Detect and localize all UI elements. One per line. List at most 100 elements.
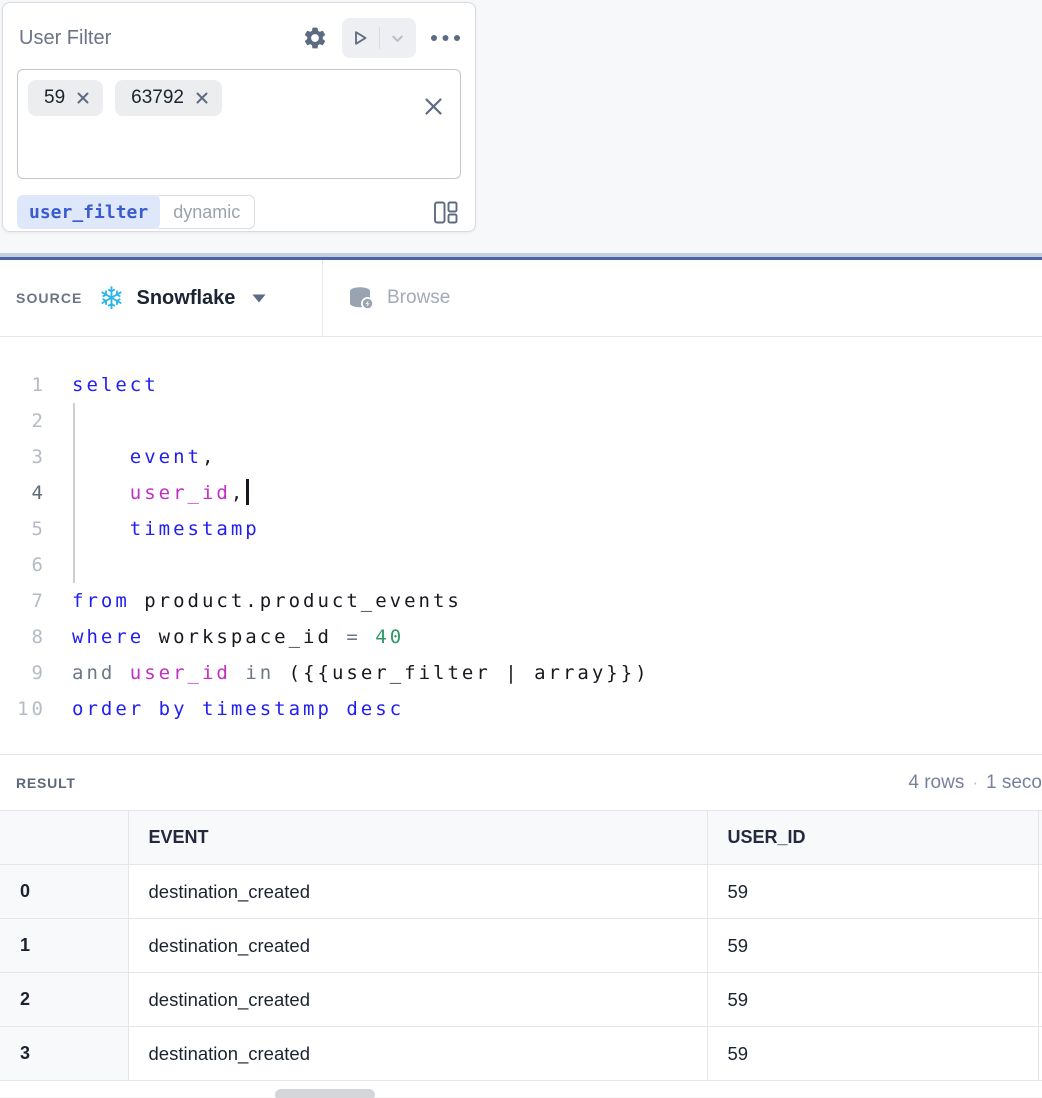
table-cell: destination_created (128, 1027, 707, 1081)
source-bar-divider (322, 260, 323, 336)
text-cursor (246, 479, 249, 505)
clipped-cell (1038, 973, 1042, 1027)
browse-button[interactable]: Browse (348, 286, 450, 311)
filter-cell-header: User Filter (3, 3, 475, 69)
result-label: RESULT (16, 775, 76, 791)
indent-guide (73, 511, 75, 547)
indent-guide (73, 403, 75, 439)
line-number: 3 (0, 439, 46, 475)
code-line[interactable]: 4 user_id, (0, 475, 1042, 511)
code-line-content (46, 403, 1042, 439)
code-token (72, 446, 130, 468)
chevron-down-icon (390, 31, 405, 46)
filter-cell: User Filter (2, 2, 476, 232)
run-options-button[interactable] (380, 31, 417, 46)
result-table: EVENT USER_ID 0destination_created591des… (0, 810, 1042, 1081)
code-token (72, 518, 130, 540)
line-number: 10 (0, 691, 46, 727)
code-token: user_id (130, 662, 231, 684)
result-duration: 1 seco (986, 772, 1042, 794)
filter-chip: 59 (28, 80, 103, 116)
indent-guide (73, 547, 75, 583)
connection-name[interactable]: Snowflake (136, 287, 235, 310)
code-line[interactable]: 5 timestamp (0, 511, 1042, 547)
row-index-cell: 0 (0, 865, 128, 919)
table-row: 0destination_created59 (0, 865, 1042, 919)
line-number: 1 (0, 367, 46, 403)
index-column-header (0, 811, 128, 865)
code-line[interactable]: 8where workspace_id = 40 (0, 619, 1042, 655)
code-token: order by timestamp desc (72, 698, 404, 720)
row-index-cell: 1 (0, 919, 128, 973)
filter-value-input[interactable]: 59 63792 (17, 69, 461, 179)
code-token: from (72, 590, 130, 612)
code-token: where (72, 626, 144, 648)
code-token: , (202, 446, 216, 468)
browse-label: Browse (387, 287, 450, 309)
code-line-content: and user_id in ({{user_filter | array}}) (46, 655, 1042, 691)
line-number: 9 (0, 655, 46, 691)
code-token (361, 626, 375, 648)
dynamic-badge: dynamic (154, 195, 255, 229)
play-icon (351, 29, 369, 47)
code-token: event (130, 446, 202, 468)
code-token: ({{user_filter | array}}) (274, 662, 649, 684)
result-table-body: 0destination_created591destination_creat… (0, 865, 1042, 1081)
filter-chip-value: 59 (44, 87, 65, 109)
remove-chip-button[interactable] (195, 91, 209, 105)
table-row: 2destination_created59 (0, 973, 1042, 1027)
code-line-content: timestamp (46, 511, 1042, 547)
indent-guide (73, 475, 75, 511)
result-meta: 4 rows · 1 seco (908, 772, 1042, 794)
line-number: 6 (0, 547, 46, 583)
sql-editor[interactable]: 1select23 event,4 user_id,5 timestamp67f… (0, 337, 1042, 755)
clear-all-button[interactable] (423, 96, 444, 117)
table-horizontal-scrollbar[interactable] (275, 1089, 375, 1098)
column-header-user-id[interactable]: USER_ID (707, 811, 1038, 865)
table-cell: destination_created (128, 919, 707, 973)
ellipsis-icon (430, 34, 461, 42)
code-line[interactable]: 3 event, (0, 439, 1042, 475)
table-row: 3destination_created59 (0, 1027, 1042, 1081)
filter-cell-footer: user_filter dynamic (3, 179, 475, 229)
gear-icon (302, 25, 328, 51)
code-line[interactable]: 2 (0, 403, 1042, 439)
column-header-event[interactable]: EVENT (128, 811, 707, 865)
code-line-content: where workspace_id = 40 (46, 619, 1042, 655)
remove-chip-button[interactable] (76, 91, 90, 105)
code-token: in (245, 662, 274, 684)
code-line[interactable]: 7from product.product_events (0, 583, 1042, 619)
table-cell: 59 (707, 865, 1038, 919)
code-token (72, 482, 130, 504)
code-line[interactable]: 1select (0, 367, 1042, 403)
code-line[interactable]: 9and user_id in ({{user_filter | array}}… (0, 655, 1042, 691)
sql-cell: SOURCE ❄ Snowflake Browse 1select23 even… (0, 253, 1042, 1097)
code-line[interactable]: 10 order by timestamp desc (0, 691, 1042, 727)
line-number: 8 (0, 619, 46, 655)
snowflake-logo-icon: ❄ (99, 283, 125, 314)
code-token (231, 662, 245, 684)
clipped-cell (1038, 1027, 1042, 1081)
code-token: 40 (375, 626, 404, 648)
code-token: workspace_id (144, 626, 346, 648)
line-number: 7 (0, 583, 46, 619)
layout-button[interactable] (432, 199, 459, 226)
clipped-cell (1038, 919, 1042, 973)
table-row: 1destination_created59 (0, 919, 1042, 973)
code-token: = (346, 626, 360, 648)
line-number: 5 (0, 511, 46, 547)
code-line[interactable]: 6 (0, 547, 1042, 583)
code-token: timestamp (130, 518, 260, 540)
database-icon (348, 286, 376, 311)
code-line-content: event, (46, 439, 1042, 475)
source-label: SOURCE (16, 290, 83, 306)
run-button[interactable] (342, 29, 379, 47)
more-menu-button[interactable] (430, 34, 461, 42)
clipped-cell (1038, 865, 1042, 919)
table-cell: destination_created (128, 973, 707, 1027)
code-token: and (72, 662, 115, 684)
code-line-content: select (46, 367, 1042, 403)
source-dropdown-caret-icon[interactable] (252, 294, 266, 303)
settings-button[interactable] (302, 25, 328, 51)
code-line-content: user_id, (46, 475, 1042, 511)
